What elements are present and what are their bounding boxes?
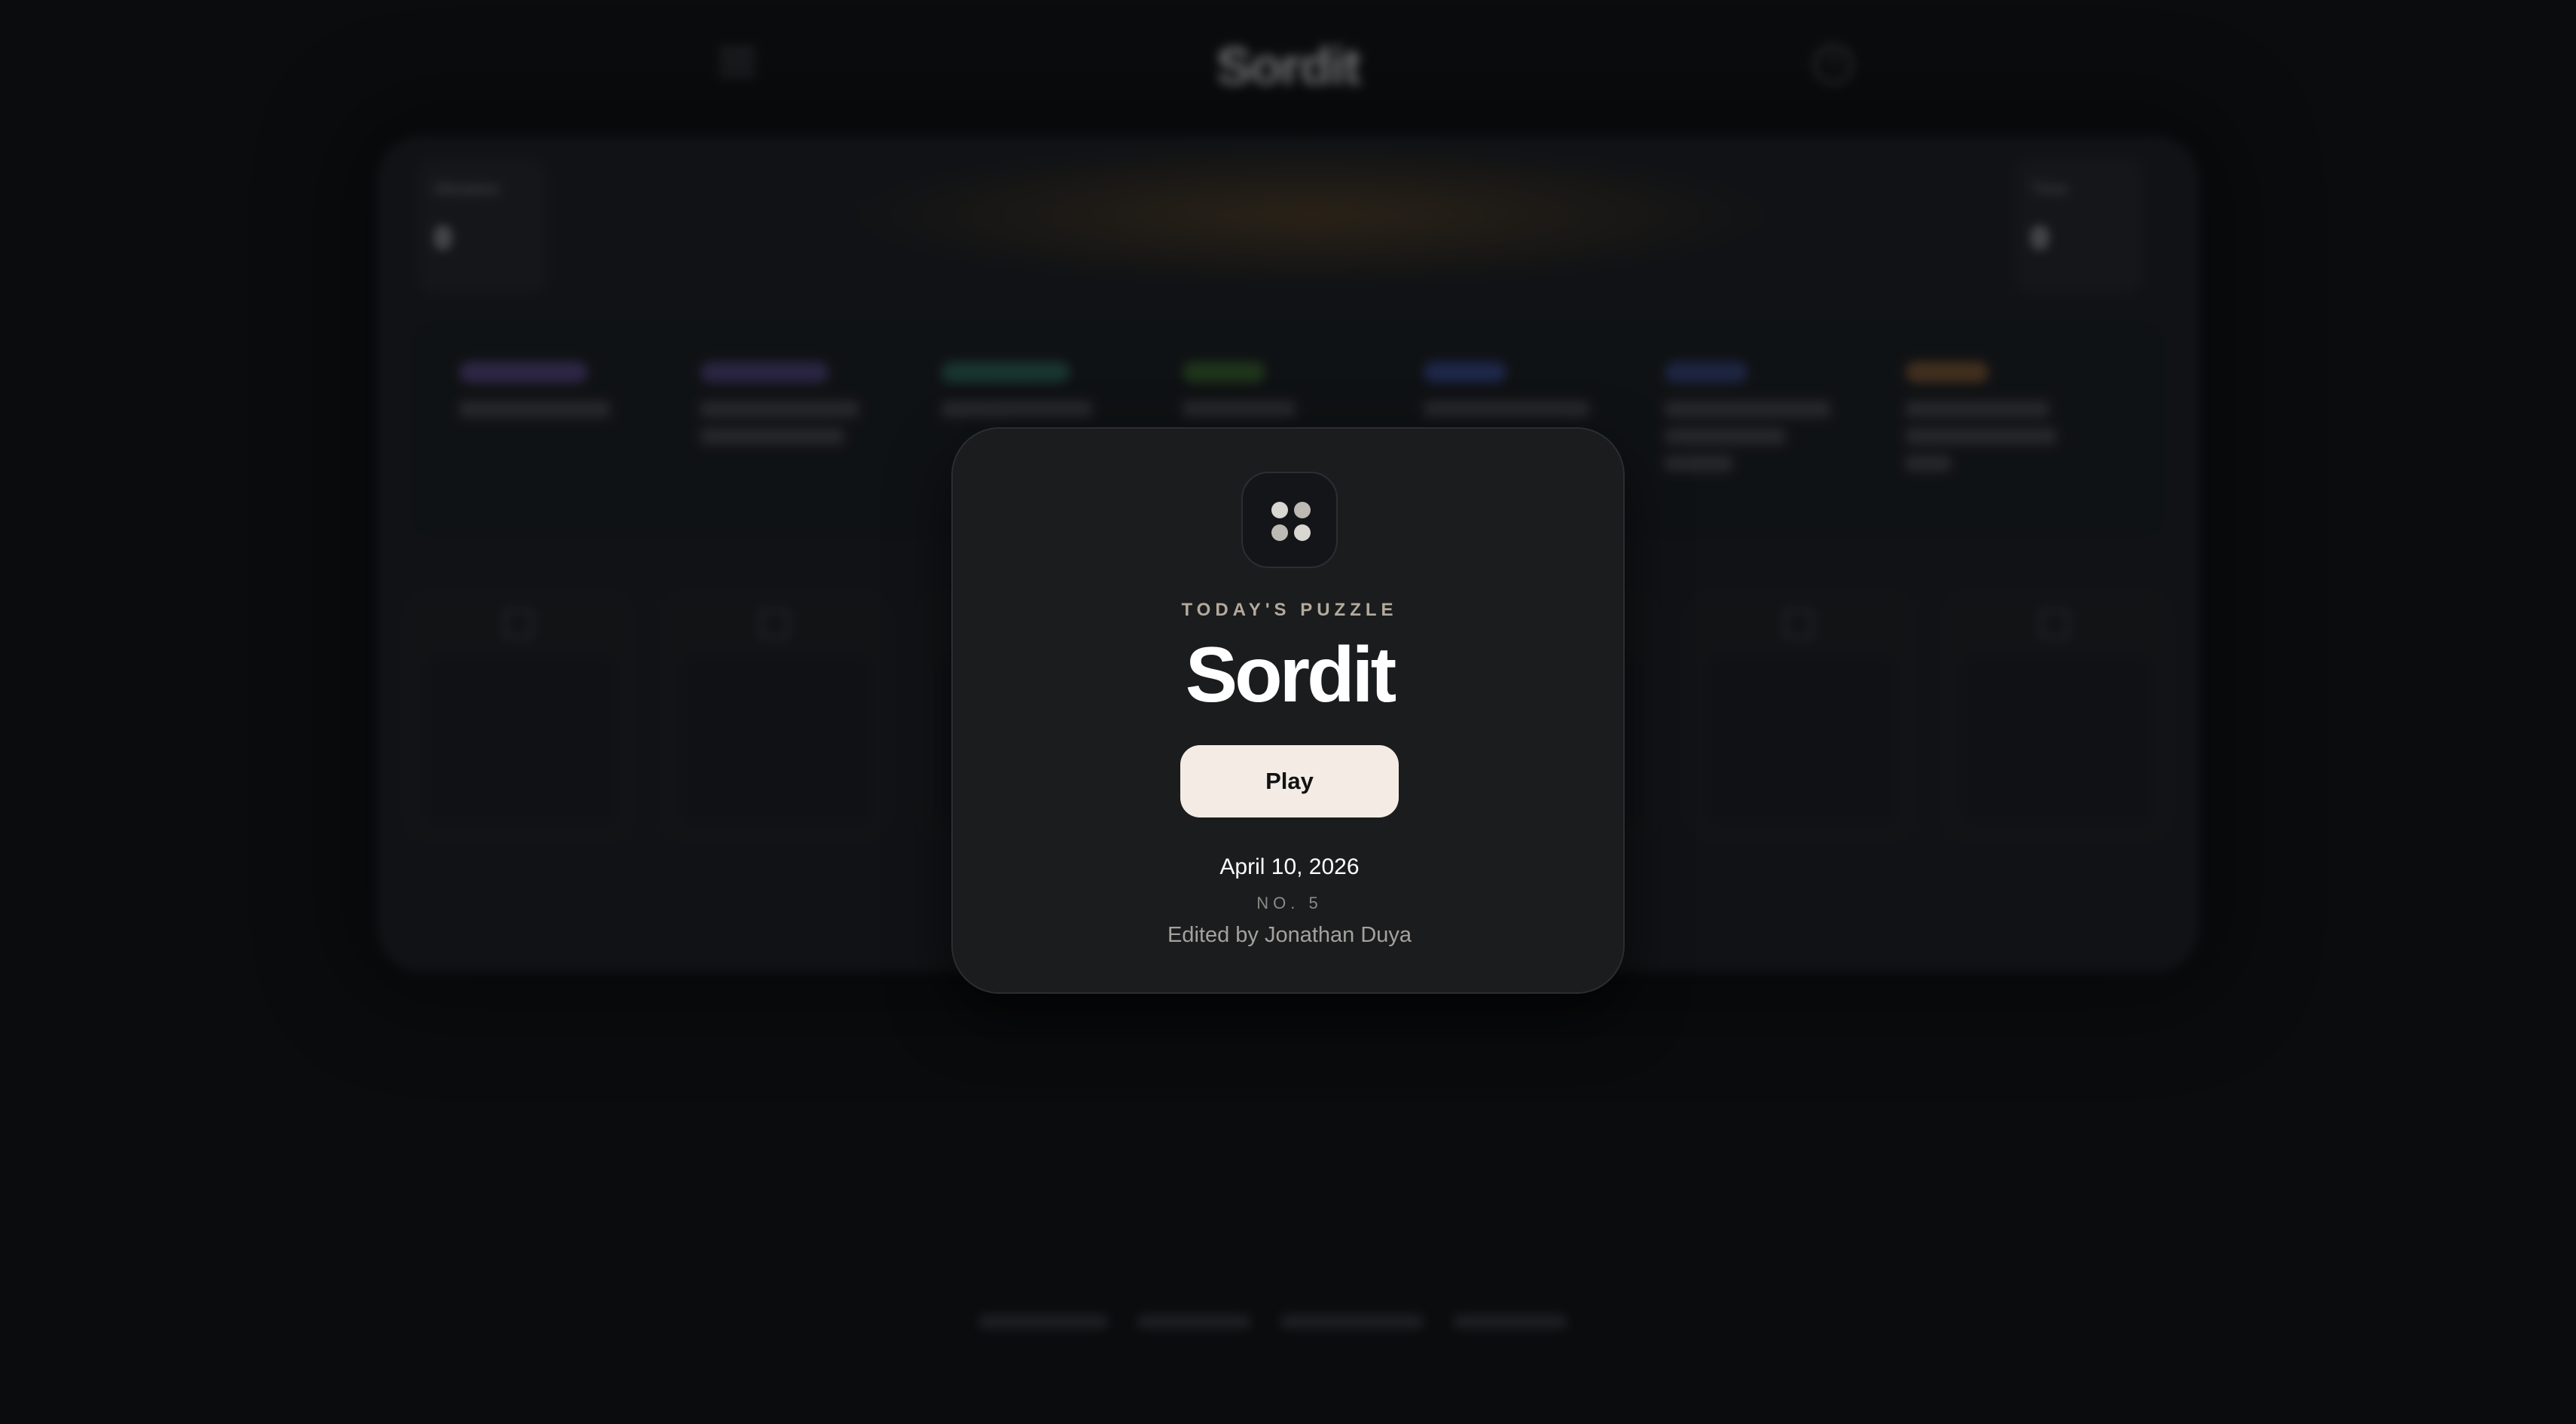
play-button[interactable]: Play xyxy=(1180,745,1399,817)
category-item xyxy=(1183,362,1378,428)
stat-right-label: Time xyxy=(2031,179,2068,198)
header-title: Sordit xyxy=(1216,37,1361,96)
header: Sordit ? xyxy=(0,0,2576,136)
stat-left: Mistakes 0 xyxy=(418,158,546,294)
stat-left-value: 0 xyxy=(435,222,452,255)
app-stage: Sordit ? Mistakes 0 Time 0 TODAY'S PUZZL… xyxy=(0,0,2576,1424)
tile xyxy=(1943,595,2169,836)
puzzle-modal: TODAY'S PUZZLE Sordit Play April 10, 202… xyxy=(951,427,1625,994)
banner-glow xyxy=(844,143,1778,286)
puzzle-date: April 10, 2026 xyxy=(1219,854,1360,879)
help-icon: ? xyxy=(1814,45,1853,84)
stat-left-label: Mistakes xyxy=(435,179,500,198)
footer-links xyxy=(979,1315,1597,1345)
stat-right-value: 0 xyxy=(2031,222,2049,255)
tile xyxy=(663,595,889,836)
tile xyxy=(407,595,633,836)
category-item xyxy=(700,362,896,455)
category-item xyxy=(942,362,1137,428)
menu-icon xyxy=(719,49,755,79)
category-item xyxy=(1665,362,1860,482)
four-dots-grid-icon xyxy=(1241,472,1338,568)
category-item xyxy=(1424,362,1619,428)
tile xyxy=(1687,595,1913,836)
modal-title: Sordit xyxy=(1185,631,1396,719)
modal-eyebrow: TODAY'S PUZZLE xyxy=(1181,600,1398,620)
category-item xyxy=(459,362,655,428)
puzzle-editor: Edited by Jonathan Duya xyxy=(1167,923,1412,947)
stat-right: Time 0 xyxy=(2015,158,2143,294)
category-item xyxy=(1906,362,2101,482)
puzzle-number: NO. 5 xyxy=(1256,894,1323,912)
